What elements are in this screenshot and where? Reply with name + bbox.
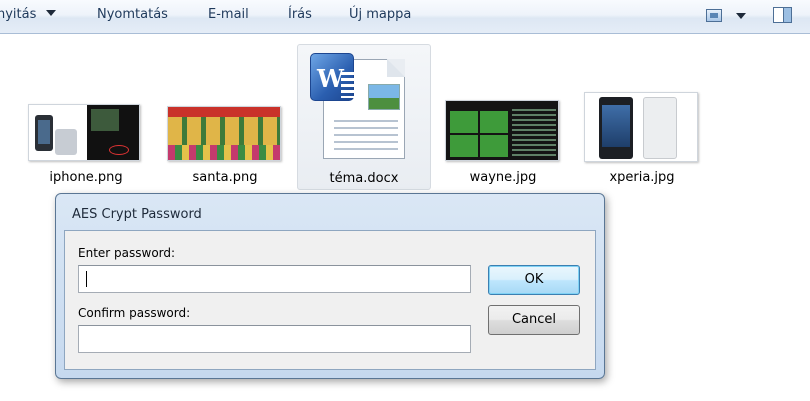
email-button[interactable]: E-mail <box>208 7 249 22</box>
file-name: wayne.jpg <box>469 170 537 185</box>
chevron-down-icon <box>46 10 57 16</box>
dialog-body: Enter password: Confirm password: OK Can… <box>64 230 596 370</box>
view-options-icon[interactable] <box>706 9 722 22</box>
word-logo-icon: W <box>310 53 355 101</box>
image-thumbnail-icon <box>445 100 559 161</box>
enter-password-input[interactable] <box>78 265 471 293</box>
file-name: iphone.png <box>49 170 123 185</box>
file-name: santa.png <box>192 170 258 185</box>
confirm-password-input[interactable] <box>78 325 471 353</box>
enter-password-label: Enter password: <box>78 246 176 260</box>
burn-button[interactable]: Írás <box>288 7 312 22</box>
file-name: xperia.jpg <box>609 170 675 185</box>
new-folder-button[interactable]: Új mappa <box>349 7 411 22</box>
aes-crypt-password-dialog: AES Crypt Password Enter password: Confi… <box>55 193 605 379</box>
file-item-xperia[interactable]: xperia.jpg <box>584 44 700 190</box>
text-caret <box>86 271 87 287</box>
ok-button[interactable]: OK <box>488 265 580 295</box>
file-item-wayne[interactable]: wayne.jpg <box>445 44 561 190</box>
file-name: téma.docx <box>329 171 399 186</box>
file-item-tema-docx[interactable]: W téma.docx <box>297 44 431 190</box>
cancel-button[interactable]: Cancel <box>488 305 580 335</box>
print-button[interactable]: Nyomtatás <box>97 7 168 22</box>
view-chevron-down-icon[interactable] <box>736 13 746 19</box>
open-menu-label: nyitás <box>0 7 37 22</box>
file-item-santa[interactable]: santa.png <box>167 44 283 190</box>
file-item-iphone[interactable]: iphone.png <box>28 44 144 190</box>
image-thumbnail-icon <box>28 104 140 161</box>
dialog-title: AES Crypt Password <box>72 207 202 222</box>
image-thumbnail-icon <box>584 92 698 162</box>
preview-pane-icon[interactable] <box>773 7 792 23</box>
open-menu-button[interactable]: nyitás <box>0 7 57 22</box>
image-thumbnail-icon <box>167 106 281 161</box>
command-bar: nyitás Nyomtatás E-mail Írás Új mappa <box>0 0 810 34</box>
confirm-password-label: Confirm password: <box>78 306 191 320</box>
